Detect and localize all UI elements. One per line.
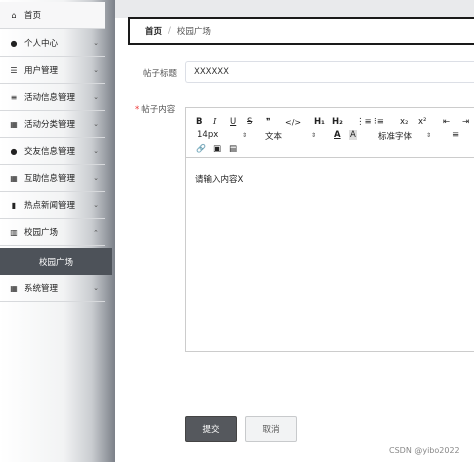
grid-icon: ▦ — [10, 173, 18, 183]
editor-toolbar: B I U S ❞ </> H₁ H₂ ⋮≡ ⁝≡ x₂ x² ⇤ ⇥ 14px… — [186, 108, 474, 158]
user-icon: ● — [10, 38, 18, 48]
breadcrumb-home[interactable]: 首页 — [145, 25, 162, 37]
bar-chart-icon: ▥ — [10, 227, 18, 237]
user-icon: ● — [10, 146, 18, 156]
font-size-dropdown-icon: ⇕ — [242, 132, 248, 139]
bold-button[interactable]: B — [196, 117, 202, 127]
indent-button[interactable]: ⇥ — [462, 117, 469, 127]
block-type-dropdown-icon: ⇕ — [311, 132, 317, 139]
block-type-select[interactable]: 文本 — [265, 130, 282, 142]
main-content: 首页 / 校园广场 帖子标题 XXXXXX * 帖子内容 B I U S ❞ </… — [115, 0, 474, 462]
content-label-text: 帖子内容 — [141, 105, 176, 115]
sidebar-item-campus-square[interactable]: ▥ 校园广场 ⌄ — [0, 219, 105, 246]
background-color-icon[interactable]: A — [349, 130, 357, 140]
video-icon[interactable]: ▤ — [229, 144, 237, 154]
chevron-down-icon: ⌄ — [93, 201, 99, 209]
title-label: 帖子标题 — [143, 69, 178, 79]
breadcrumb: 首页 / 校园广场 — [128, 17, 474, 45]
underline-button[interactable]: U — [230, 117, 236, 127]
grid-icon: ▦ — [10, 119, 18, 129]
sidebar-item-user-management[interactable]: ☰ 用户管理 ⌄ — [0, 57, 105, 84]
sidebar-item-label: 用户管理 — [24, 66, 59, 76]
clipboard-icon: ▮ — [11, 200, 17, 210]
list-icon: ☰ — [10, 65, 18, 75]
sidebar-item-hot-news[interactable]: ▮ 热点新闻管理 ⌄ — [0, 192, 105, 219]
chevron-down-icon: ⌄ — [93, 174, 99, 182]
outdent-button[interactable]: ⇤ — [443, 117, 450, 127]
h1-button[interactable]: H₁ — [314, 117, 325, 127]
quote-button[interactable]: ❞ — [266, 117, 271, 127]
sidebar-subitem-campus-square[interactable]: 校园广场 — [0, 248, 112, 275]
sidebar-item-label: 校园广场 — [24, 228, 59, 238]
sidebar-item-system-management[interactable]: ▦ 系统管理 ⌄ — [0, 275, 105, 302]
font-color-icon[interactable]: A — [334, 130, 341, 140]
chevron-down-icon: ⌄ — [93, 147, 99, 155]
sidebar-item-friend-info[interactable]: ● 交友信息管理 ⌄ — [0, 138, 105, 165]
content-label: * 帖子内容 — [135, 103, 175, 115]
font-family-select[interactable]: 标准字体 — [378, 130, 412, 142]
grid-icon: ▦ — [10, 283, 18, 293]
submit-button[interactable]: 提交 — [185, 416, 237, 442]
rich-text-editor: B I U S ❞ </> H₁ H₂ ⋮≡ ⁝≡ x₂ x² ⇤ ⇥ 14px… — [185, 107, 474, 352]
sidebar-item-label: 热点新闻管理 — [24, 201, 76, 211]
sidebar: ⌂ 首页 ● 个人中心 ⌄ ☰ 用户管理 ⌄ ≡ 活动信息管理 ⌄ ▦ 活动分类… — [0, 0, 115, 462]
italic-button[interactable]: I — [213, 117, 216, 127]
chevron-up-icon: ⌄ — [93, 228, 99, 236]
chevron-down-icon: ⌄ — [93, 284, 99, 292]
code-button[interactable]: </> — [285, 118, 301, 127]
sidebar-item-activity-info[interactable]: ≡ 活动信息管理 ⌄ — [0, 84, 105, 111]
watermark: CSDN @yibo2022 — [389, 446, 460, 455]
chevron-down-icon: ⌄ — [93, 120, 99, 128]
title-input-value: XXXXXX — [194, 67, 229, 77]
chevron-down-icon: ⌄ — [93, 93, 99, 101]
top-bar — [115, 0, 474, 18]
strikethrough-button[interactable]: S — [247, 117, 252, 127]
sidebar-item-label: 个人中心 — [24, 39, 59, 49]
font-family-dropdown-icon: ⇕ — [426, 132, 432, 139]
home-icon: ⌂ — [11, 10, 17, 20]
subscript-button[interactable]: x₂ — [400, 117, 408, 127]
sidebar-item-mutual-aid[interactable]: ▦ 互助信息管理 ⌄ — [0, 165, 105, 192]
editor-content[interactable]: 请输入内容X — [195, 173, 243, 185]
chevron-down-icon: ⌄ — [93, 39, 99, 47]
title-input[interactable]: XXXXXX — [185, 61, 474, 83]
sidebar-item-label: 互助信息管理 — [24, 174, 76, 184]
sidebar-item-label: 系统管理 — [24, 284, 59, 294]
sidebar-item-label: 首页 — [24, 11, 42, 21]
align-icon[interactable]: ≡ — [452, 130, 459, 140]
sidebar-item-personal-center[interactable]: ● 个人中心 ⌄ — [0, 30, 105, 57]
sidebar-item-label: 活动分类管理 — [24, 120, 76, 130]
sidebar-item-home[interactable]: ⌂ 首页 — [0, 2, 105, 29]
sidebar-item-label: 交友信息管理 — [24, 147, 76, 157]
breadcrumb-separator: / — [168, 26, 171, 36]
bullet-list-button[interactable]: ⁝≡ — [374, 117, 384, 127]
image-icon[interactable]: ▣ — [213, 144, 221, 154]
h2-button[interactable]: H₂ — [332, 117, 343, 127]
ordered-list-button[interactable]: ⋮≡ — [356, 117, 372, 127]
font-size-select[interactable]: 14px — [197, 130, 218, 140]
sidebar-item-activity-category[interactable]: ▦ 活动分类管理 ⌄ — [0, 111, 105, 138]
required-mark: * — [135, 105, 140, 115]
breadcrumb-current: 校园广场 — [176, 27, 211, 37]
superscript-button[interactable]: x² — [418, 117, 426, 127]
sliders-icon: ≡ — [10, 92, 18, 102]
cancel-button[interactable]: 取消 — [245, 416, 297, 442]
sidebar-item-label: 活动信息管理 — [24, 93, 76, 103]
link-icon[interactable]: 🔗 — [196, 144, 206, 153]
chevron-down-icon: ⌄ — [93, 66, 99, 74]
